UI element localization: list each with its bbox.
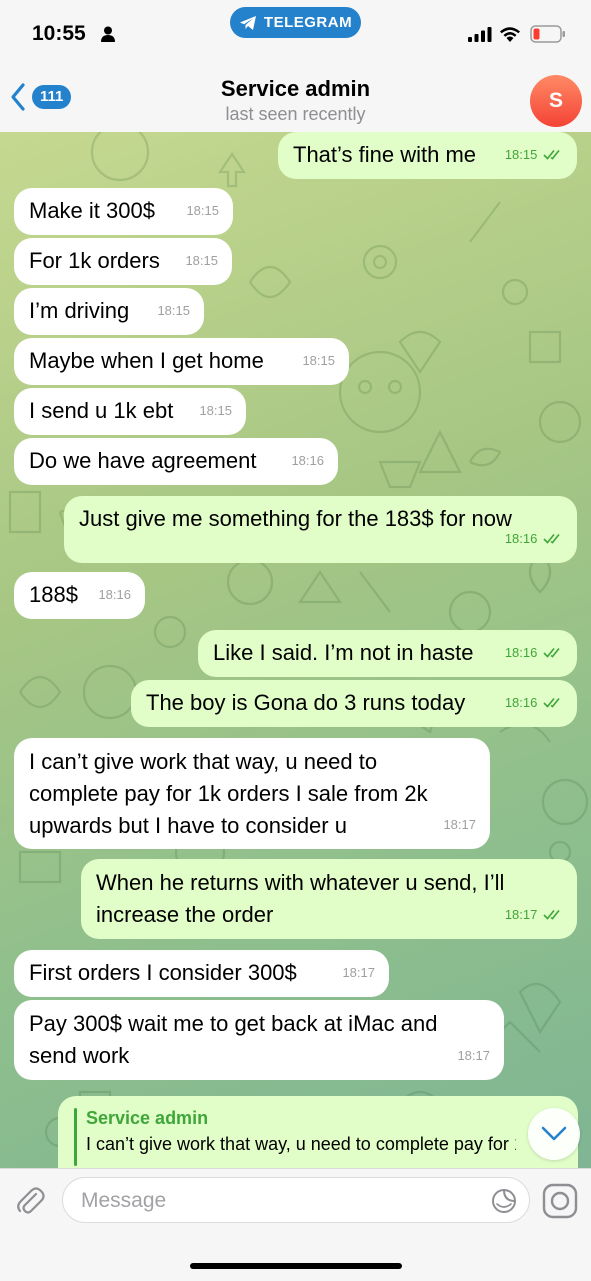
message-text: I can’t give work that way, u need to co…: [29, 749, 428, 838]
message-input-bar: [0, 1168, 591, 1281]
message-meta: 18:16: [505, 637, 563, 669]
message-bubble-incoming[interactable]: 188$ 18:16: [14, 572, 145, 619]
message-text: Pay 300$ wait me to get back at iMac and…: [29, 1011, 438, 1068]
home-indicator: [190, 1263, 402, 1269]
message-bubble-incoming[interactable]: For 1k orders 18:15: [14, 238, 232, 285]
message-bubble-incoming[interactable]: I can’t give work that way, u need to co…: [14, 738, 490, 849]
double-check-icon: [543, 909, 560, 920]
message-meta: 18:16: [505, 523, 563, 555]
message-time: 18:15: [157, 303, 190, 318]
person-icon: [101, 26, 115, 42]
double-check-icon: [543, 149, 560, 160]
message-bubble-incoming[interactable]: I’m driving 18:15: [14, 288, 204, 335]
sticker-icon[interactable]: [491, 1188, 517, 1214]
message-bubble-outgoing[interactable]: Just give me something for the 183$ for …: [64, 496, 577, 563]
message-bubble-incoming[interactable]: Maybe when I get home 18:15: [14, 338, 349, 385]
avatar[interactable]: S: [530, 75, 582, 127]
message-field[interactable]: [62, 1177, 530, 1224]
message-text: When he returns with whatever u send, I’…: [96, 870, 505, 927]
double-check-icon: [543, 697, 560, 708]
telegram-plane-icon: [239, 15, 256, 30]
message-text: I’m driving: [29, 298, 130, 323]
reply-author: Service admin: [86, 1108, 209, 1128]
wifi-icon: [500, 27, 520, 42]
camera-icon[interactable]: [542, 1183, 578, 1219]
telegram-pill-label: TELEGRAM: [263, 14, 353, 31]
message-text: 188$: [29, 582, 78, 607]
chevron-down-icon: [541, 1126, 567, 1141]
message-time: 18:15: [185, 253, 218, 268]
message-time: 18:17: [457, 1048, 490, 1063]
battery-icon: [530, 25, 565, 43]
message-meta: 18:16: [505, 687, 563, 719]
message-time: 18:16: [291, 453, 324, 468]
message-time: 18:15: [186, 203, 219, 218]
message-bubble-incoming[interactable]: Do we have agreement 18:16: [14, 438, 338, 485]
message-text: Do we have agreement: [29, 448, 257, 473]
message-bubble-incoming[interactable]: I send u 1k ebt 18:15: [14, 388, 246, 435]
message-text: First orders I consider 300$: [29, 960, 297, 985]
message-text: Maybe when I get home: [29, 348, 264, 373]
message-time: 18:16: [98, 587, 131, 602]
message-time: 18:17: [443, 817, 476, 832]
message-text: That’s fine with me: [293, 142, 477, 167]
message-bubble-outgoing[interactable]: The boy is Gona do 3 runs today 18:16: [131, 680, 577, 727]
reply-snippet: I can’t give work that way, u need to co…: [86, 1134, 516, 1154]
message-bubble-outgoing[interactable]: That’s fine with me 18:15: [278, 132, 577, 179]
status-bar: 10:55 TELEGRAM: [0, 0, 591, 54]
message-bubble-outgoing[interactable]: Like I said. I’m not in haste 18:16: [198, 630, 577, 677]
double-check-icon: [543, 647, 560, 658]
message-text: Make it 300$: [29, 198, 155, 223]
message-text: The boy is Gona do 3 runs today: [146, 690, 466, 715]
reply-accent-bar: [74, 1108, 77, 1166]
message-time: 18:15: [302, 353, 335, 368]
chat-title[interactable]: Service admin: [0, 76, 591, 102]
message-input[interactable]: [79, 1178, 483, 1224]
paperclip-icon[interactable]: [14, 1185, 46, 1217]
message-time: 18:15: [199, 403, 232, 418]
message-text: Like I said. I’m not in haste: [213, 640, 474, 665]
last-seen-status: last seen recently: [225, 104, 366, 124]
message-bubble-outgoing[interactable]: When he returns with whatever u send, I’…: [81, 859, 577, 939]
chat-area[interactable]: That’s fine with me 18:15 Make it 300$ 1…: [0, 132, 591, 1168]
signal-icon: [468, 27, 492, 42]
message-bubble-incoming[interactable]: Pay 300$ wait me to get back at iMac and…: [14, 1000, 504, 1080]
message-bubble-incoming[interactable]: First orders I consider 300$ 18:17: [14, 950, 389, 997]
message-time: 18:17: [342, 965, 375, 980]
chat-header: 111 Service admin last seen recently: [0, 54, 591, 133]
message-meta: 18:17: [505, 899, 563, 931]
message-bubble-incoming[interactable]: Make it 300$ 18:15: [14, 188, 233, 235]
telegram-pill[interactable]: TELEGRAM: [230, 7, 361, 38]
reply-preview-bubble[interactable]: Service admin I can’t give work that way…: [58, 1096, 578, 1168]
message-text: For 1k orders: [29, 248, 160, 273]
double-check-icon: [543, 533, 560, 544]
status-time: 10:55: [32, 22, 86, 45]
message-meta: 18:15: [505, 139, 563, 171]
scroll-down-button[interactable]: [528, 1108, 580, 1160]
message-text: I send u 1k ebt: [29, 398, 174, 423]
message-text: Just give me something for the 183$ for …: [79, 506, 512, 531]
